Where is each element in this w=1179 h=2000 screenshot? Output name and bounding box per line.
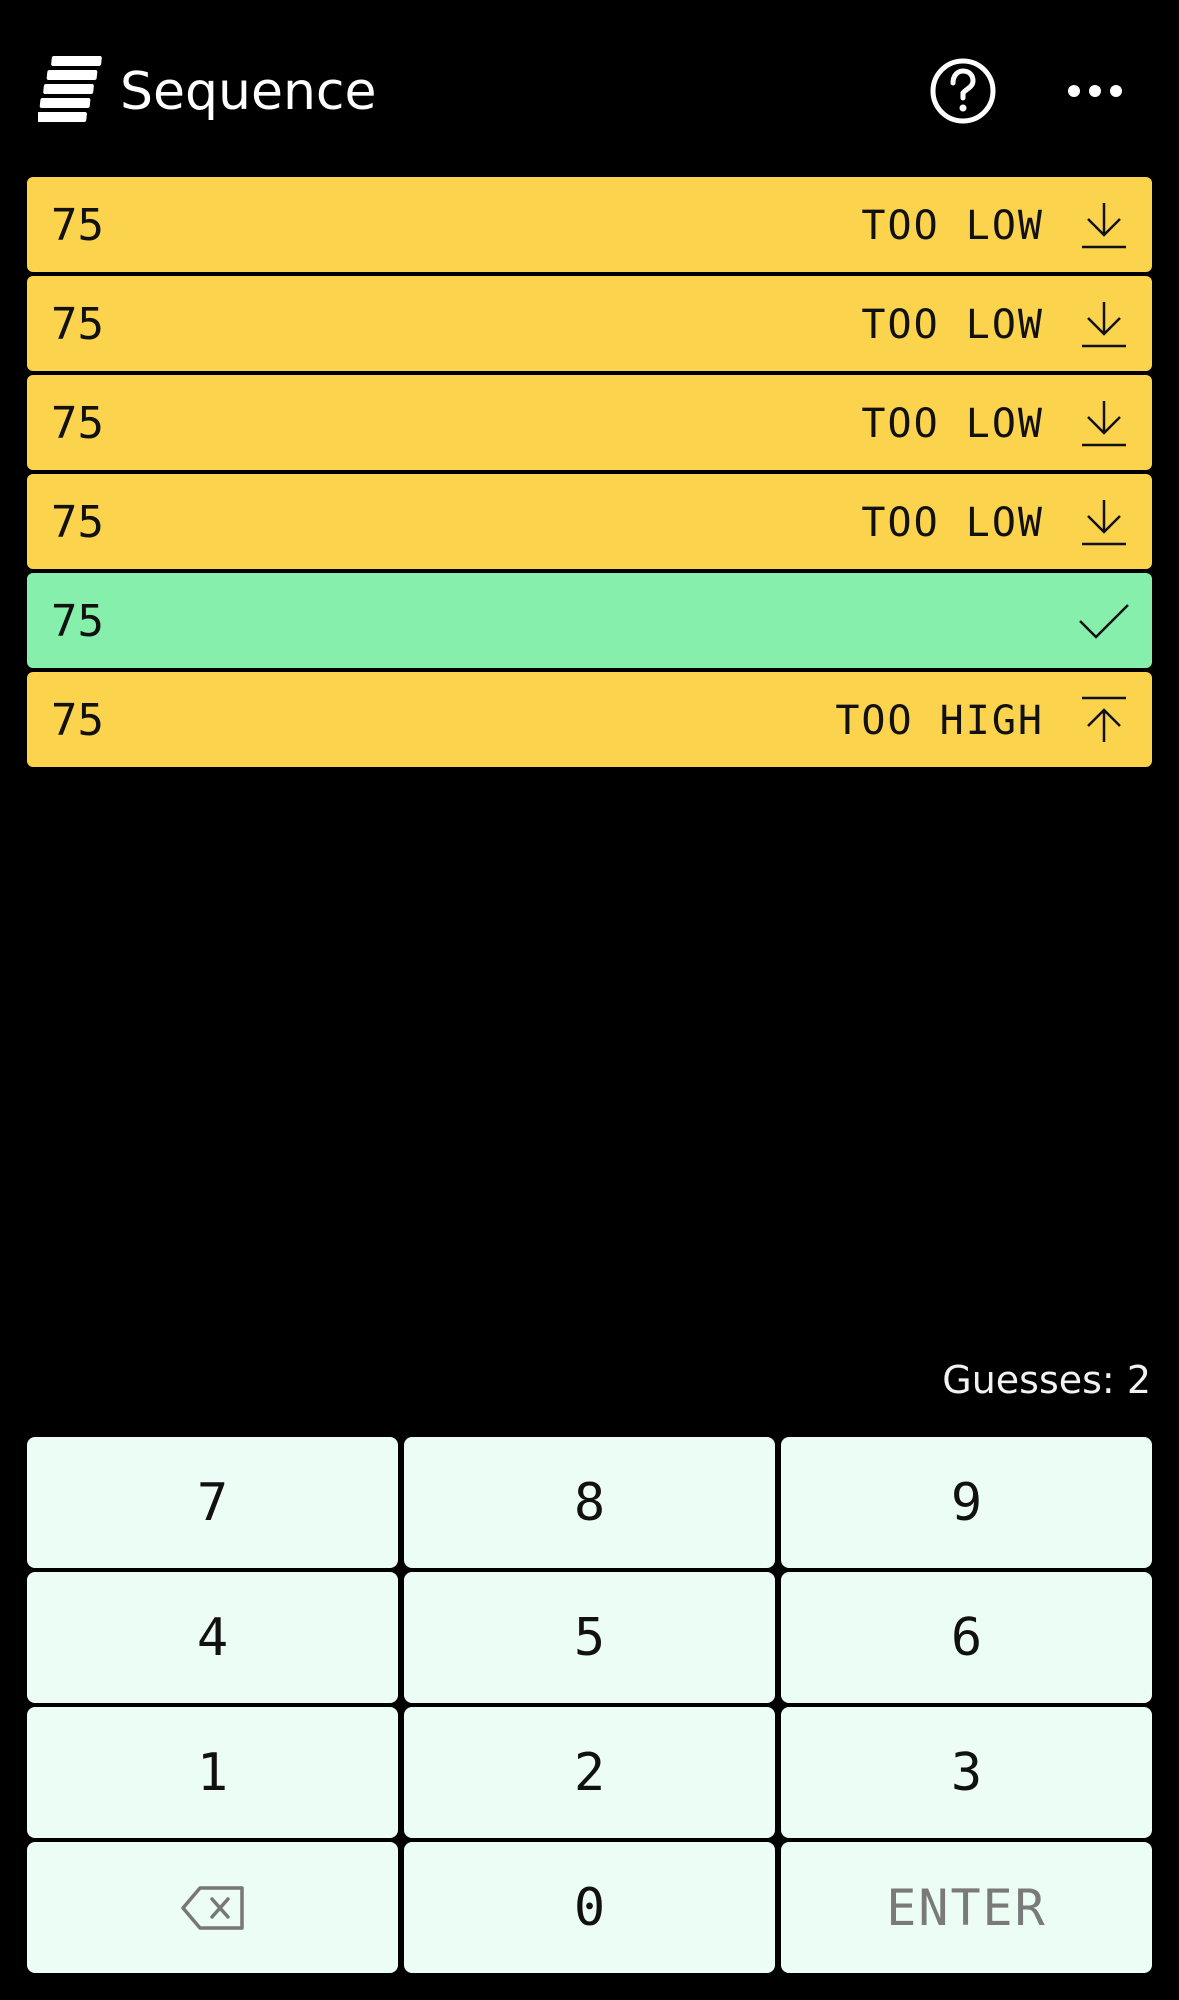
- checkmark-icon: [1079, 604, 1129, 639]
- key-0[interactable]: 0: [404, 1842, 775, 1973]
- key-2[interactable]: 2: [404, 1707, 775, 1838]
- arrow-down-to-line-icon: [1082, 203, 1126, 249]
- guess-status: TOO LOW: [861, 500, 1044, 546]
- guess-status: TOO HIGH: [835, 698, 1044, 744]
- arrow-up-from-line-icon: [1082, 696, 1126, 742]
- more-horizontal-icon: [1068, 85, 1122, 97]
- key-6[interactable]: 6: [781, 1572, 1152, 1703]
- guess-row: 75 TOO LOW: [27, 276, 1152, 371]
- key-7[interactable]: 7: [27, 1437, 398, 1568]
- guess-value: 75: [51, 200, 104, 251]
- guess-list: 75 TOO LOW 75 TOO LOW 75 TOO LOW 75 TOO …: [27, 177, 1152, 771]
- guess-row: 75 TOO LOW: [27, 375, 1152, 470]
- arrow-down-to-line-icon: [1082, 500, 1126, 546]
- guess-row: 75 TOO LOW: [27, 177, 1152, 272]
- guess-status: TOO LOW: [861, 401, 1044, 447]
- guess-value: 75: [51, 398, 104, 449]
- guess-row: 75 TOO LOW: [27, 474, 1152, 569]
- arrow-down-to-line-icon: [1082, 401, 1126, 447]
- guess-row-correct: 75: [27, 573, 1152, 668]
- key-4[interactable]: 4: [27, 1572, 398, 1703]
- guess-status: TOO LOW: [861, 203, 1044, 249]
- help-button[interactable]: [928, 56, 998, 126]
- guess-value: 75: [51, 299, 104, 350]
- backspace-button[interactable]: [27, 1842, 398, 1973]
- guess-value: 75: [51, 695, 104, 746]
- number-keypad: 7 8 9 4 5 6 1 2 3 0 ENTER: [27, 1437, 1152, 1973]
- question-circle-icon: [930, 58, 996, 124]
- arrow-down-to-line-icon: [1082, 302, 1126, 348]
- key-1[interactable]: 1: [27, 1707, 398, 1838]
- stacked-bars-logo-icon: [38, 56, 102, 122]
- app-title: Sequence: [120, 62, 377, 122]
- key-3[interactable]: 3: [781, 1707, 1152, 1838]
- guess-row: 75 TOO HIGH: [27, 672, 1152, 767]
- key-5[interactable]: 5: [404, 1572, 775, 1703]
- backspace-icon: [180, 1885, 244, 1930]
- app-header: Sequence: [0, 0, 1179, 180]
- enter-button[interactable]: ENTER: [781, 1842, 1152, 1973]
- guess-value: 75: [51, 497, 104, 548]
- more-menu-button[interactable]: [1060, 66, 1130, 116]
- guess-status: TOO LOW: [861, 302, 1044, 348]
- key-9[interactable]: 9: [781, 1437, 1152, 1568]
- key-8[interactable]: 8: [404, 1437, 775, 1568]
- guess-value: 75: [51, 596, 104, 647]
- guess-counter: Guesses: 2: [942, 1358, 1151, 1402]
